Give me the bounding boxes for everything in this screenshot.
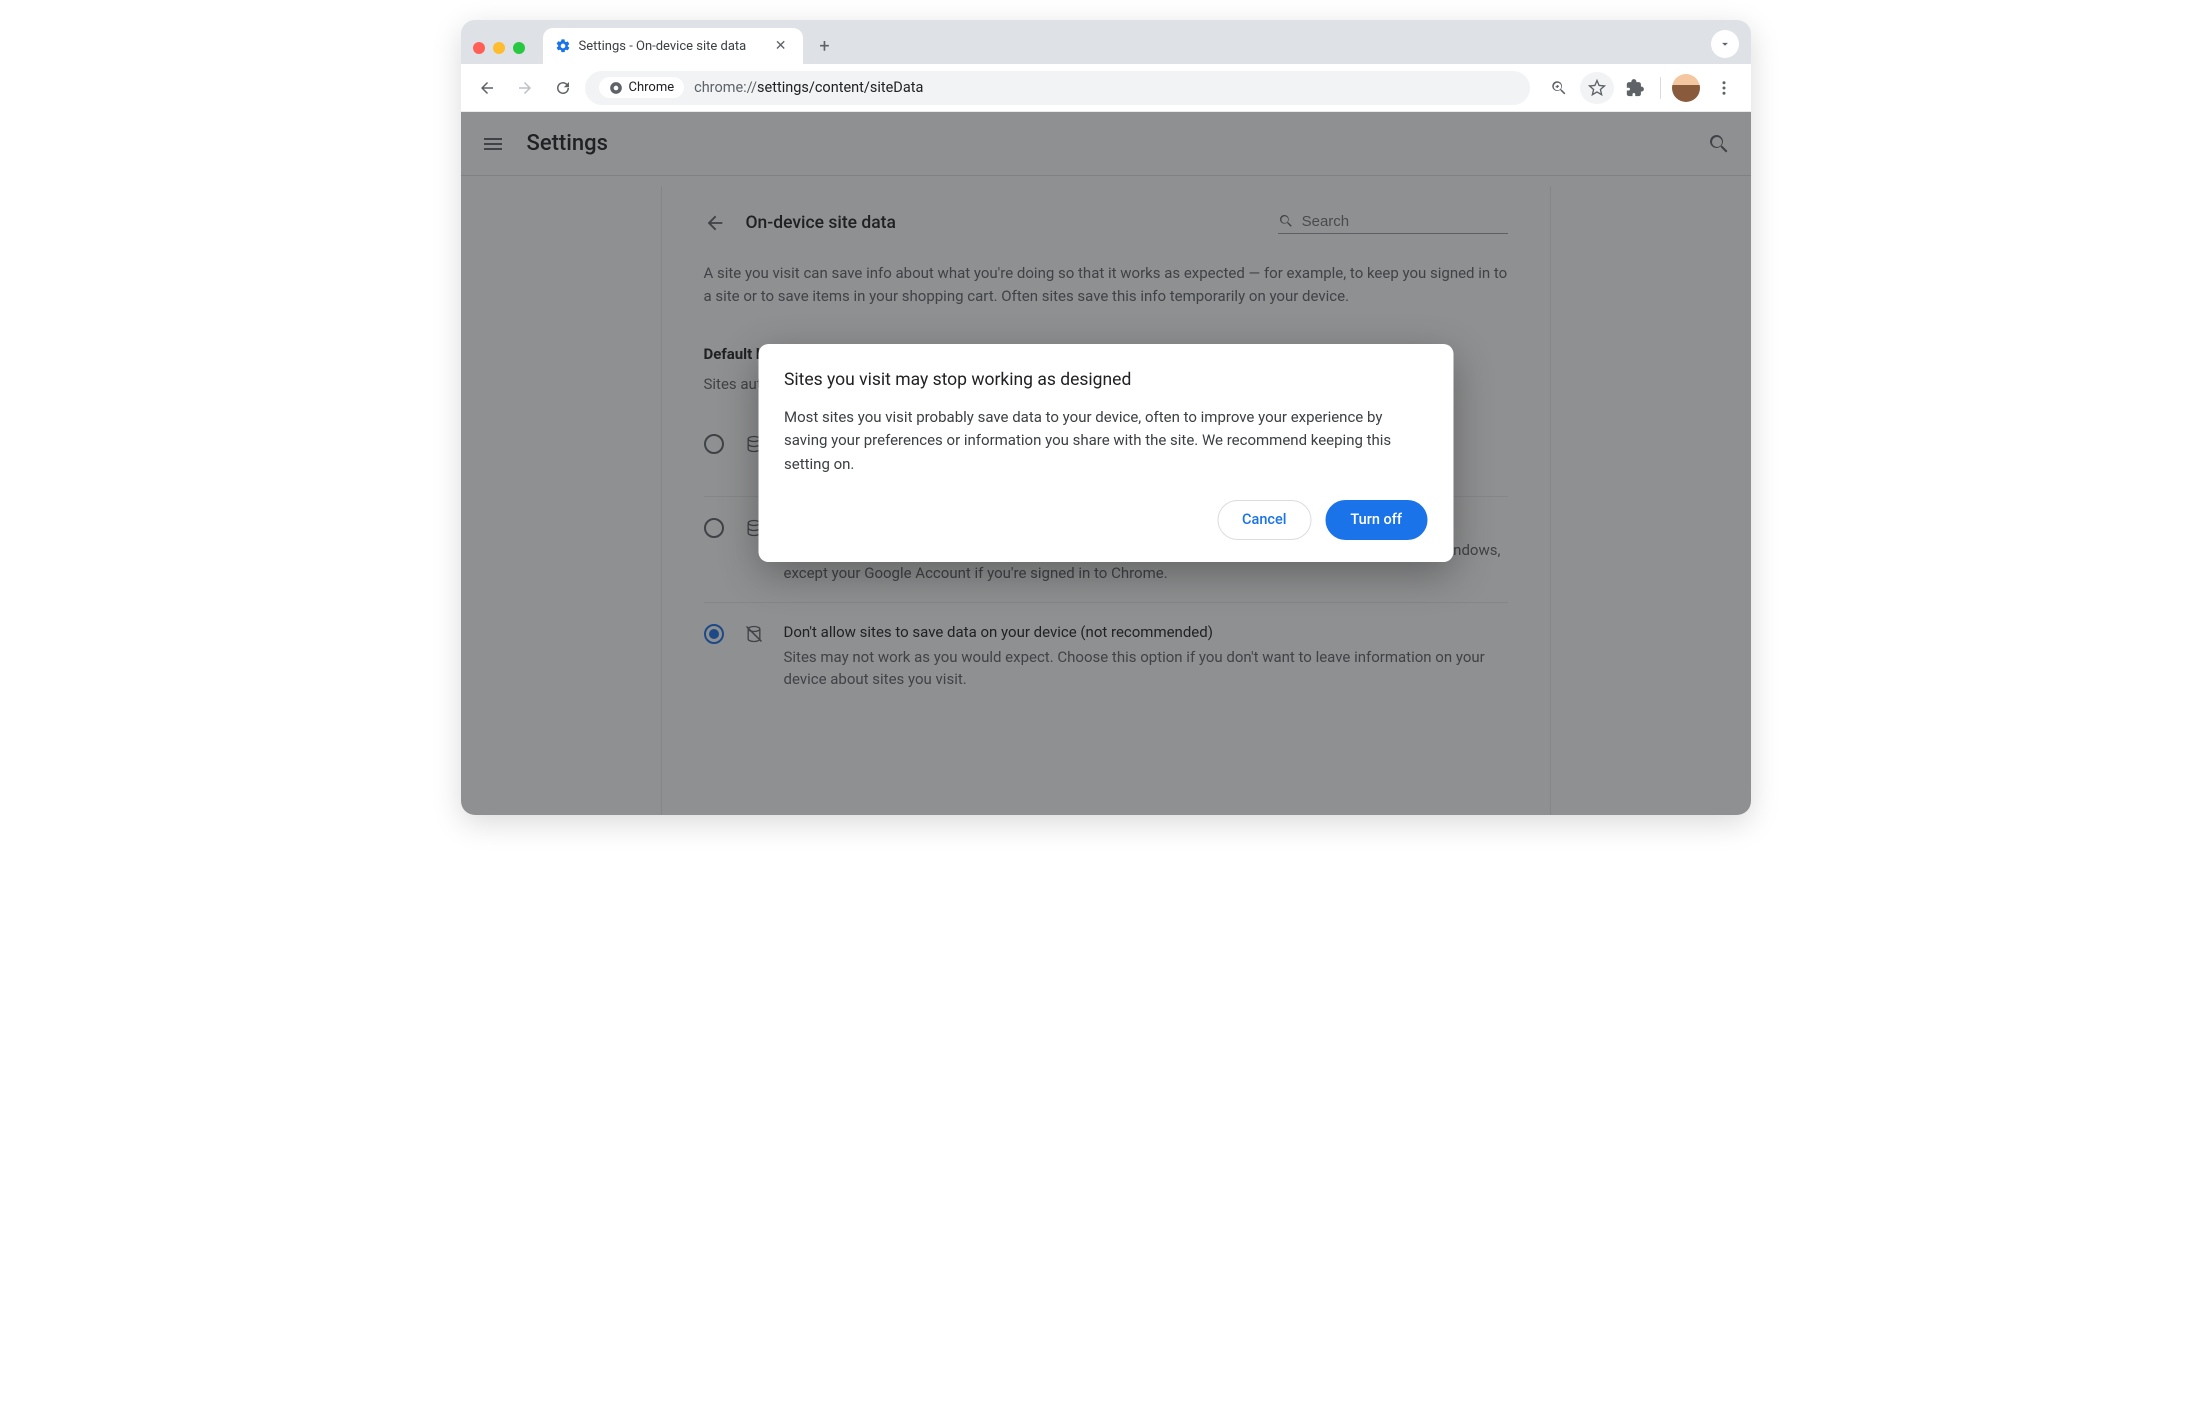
toolbar-divider (1660, 77, 1661, 99)
reload-button[interactable] (547, 72, 579, 104)
window-maximize-button[interactable] (513, 42, 525, 54)
gear-icon (555, 38, 571, 54)
new-tab-button[interactable]: + (811, 32, 839, 60)
tab-title: Settings - On-device site data (579, 39, 763, 54)
star-icon (1588, 79, 1606, 97)
confirm-dialog: Sites you visit may stop working as desi… (758, 344, 1453, 562)
tab-strip: Settings - On-device site data ✕ + (461, 20, 1751, 64)
zoom-button[interactable] (1542, 72, 1576, 104)
back-button[interactable] (471, 72, 503, 104)
puzzle-icon (1626, 79, 1644, 97)
browser-tab[interactable]: Settings - On-device site data ✕ (543, 28, 803, 64)
reload-icon (554, 79, 572, 97)
browser-toolbar: Chrome chrome://settings/content/siteDat… (461, 64, 1751, 112)
chrome-logo-icon (609, 81, 623, 95)
address-bar[interactable]: Chrome chrome://settings/content/siteDat… (585, 71, 1530, 105)
site-chip[interactable]: Chrome (599, 77, 685, 98)
forward-button[interactable] (509, 72, 541, 104)
dots-vertical-icon (1715, 79, 1733, 97)
bookmark-button[interactable] (1580, 72, 1614, 104)
url-text: chrome://settings/content/siteData (694, 79, 923, 96)
close-tab-button[interactable]: ✕ (771, 36, 791, 56)
dialog-actions: Cancel Turn off (784, 500, 1427, 540)
arrow-left-icon (478, 79, 496, 97)
avatar-icon (1672, 74, 1700, 102)
dialog-body: Most sites you visit probably save data … (784, 406, 1427, 476)
extensions-button[interactable] (1618, 72, 1652, 104)
zoom-icon (1550, 79, 1568, 97)
profile-button[interactable] (1669, 72, 1703, 104)
window-close-button[interactable] (473, 42, 485, 54)
cancel-button[interactable]: Cancel (1217, 500, 1311, 540)
browser-window: Settings - On-device site data ✕ + Chrom… (461, 20, 1751, 815)
site-chip-label: Chrome (629, 80, 675, 95)
toolbar-actions (1542, 72, 1741, 104)
dialog-title: Sites you visit may stop working as desi… (784, 370, 1427, 390)
window-controls (469, 42, 535, 64)
chrome-menu-button[interactable] (1707, 72, 1741, 104)
tab-search-button[interactable] (1711, 30, 1739, 58)
page-content: Settings On-device site data A site you … (461, 112, 1751, 815)
chevron-down-icon (1718, 37, 1732, 51)
arrow-right-icon (516, 79, 534, 97)
window-minimize-button[interactable] (493, 42, 505, 54)
turn-off-button[interactable]: Turn off (1325, 500, 1427, 540)
